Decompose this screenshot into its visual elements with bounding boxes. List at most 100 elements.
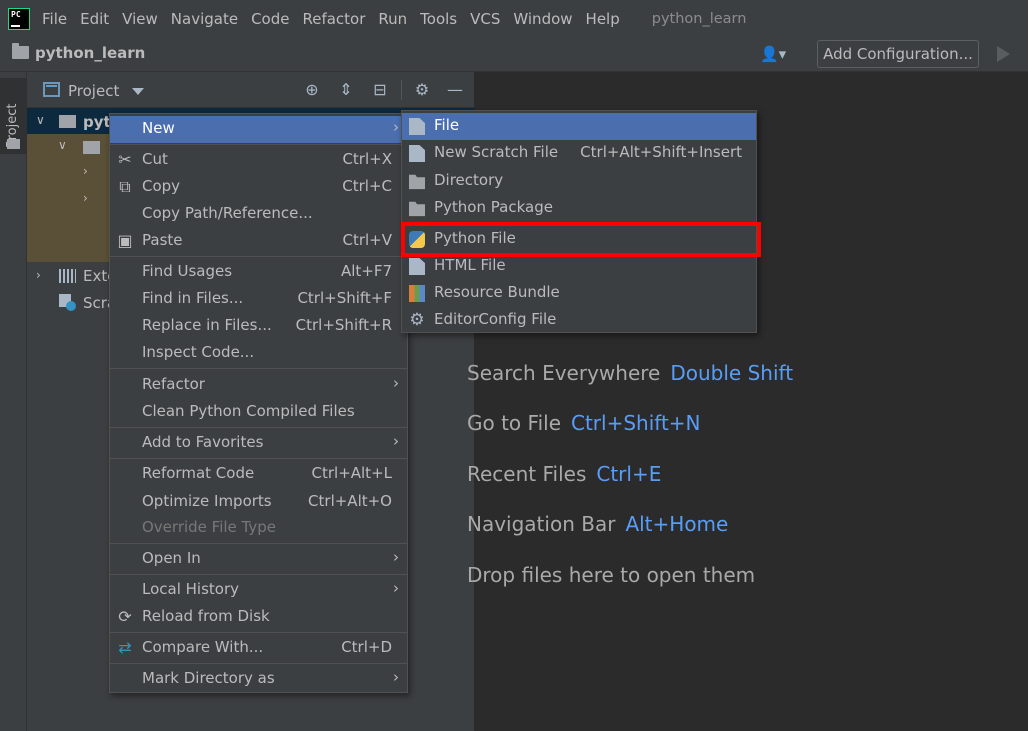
chevron-down-icon[interactable]: ∨ <box>58 138 67 152</box>
menu-divider <box>110 427 407 428</box>
tool-window-stripe: Project <box>0 72 27 731</box>
menu-item-copy-path[interactable]: Copy Path/Reference... <box>110 201 407 228</box>
menu-item-clean-compiled[interactable]: Clean Python Compiled Files <box>110 399 407 426</box>
menu-divider <box>110 144 407 145</box>
locate-file-icon[interactable]: ⊕ <box>303 81 321 99</box>
menu-run[interactable]: Run <box>378 10 407 28</box>
menu-window[interactable]: Window <box>513 10 572 28</box>
menu-edit[interactable]: Edit <box>80 10 109 28</box>
menu-item-find-in-files[interactable]: Find in Files... Ctrl+Shift+F <box>110 286 407 313</box>
menu-divider <box>110 368 407 369</box>
menu-file[interactable]: File <box>42 10 67 28</box>
scratches-icon <box>59 294 76 311</box>
menu-item-reformat-code[interactable]: Reformat Code Ctrl+Alt+L <box>110 461 407 488</box>
chevron-down-icon[interactable]: ∨ <box>36 113 45 127</box>
hint-navigation-bar: Navigation Bar Alt+Home <box>467 512 729 536</box>
menu-item-paste[interactable]: ▣ Paste Ctrl+V <box>110 228 407 255</box>
breadcrumb-project[interactable]: python_learn <box>35 44 145 62</box>
menu-divider <box>110 663 407 664</box>
shortcut-key: Alt+Home <box>625 512 729 536</box>
menu-item-mark-directory-as[interactable]: Mark Directory as › <box>110 666 407 693</box>
gear-icon[interactable]: ⚙ <box>413 81 431 99</box>
annotation-highlight-box <box>401 222 761 257</box>
project-view-icon <box>43 82 60 97</box>
menu-view[interactable]: View <box>122 10 158 28</box>
chevron-right-icon: › <box>393 118 399 136</box>
hint-recent-files: Recent Files Ctrl+E <box>467 462 662 486</box>
chevron-right-icon: › <box>393 374 399 392</box>
copy-icon: ⧉ <box>119 177 131 196</box>
menu-refactor[interactable]: Refactor <box>302 10 365 28</box>
html-file-icon <box>409 258 425 275</box>
user-account-icon[interactable]: 👤▾ <box>760 45 794 65</box>
resource-bundle-icon <box>409 285 425 302</box>
menu-item-override-file-type: Override File Type <box>142 518 276 536</box>
chevron-right-icon[interactable]: › <box>36 268 41 282</box>
add-configuration-button[interactable]: Add Configuration... <box>817 40 979 68</box>
window-title: python_learn <box>651 11 747 27</box>
submenu-item-directory[interactable]: Directory <box>402 168 756 195</box>
folder-icon <box>12 43 29 59</box>
gear-icon: ⚙ <box>409 310 425 330</box>
menu-bar: PC File Edit View Navigate Code Refactor… <box>0 0 1028 38</box>
submenu-item-file[interactable]: File <box>402 113 756 140</box>
python-package-icon <box>409 201 425 217</box>
reload-icon: ⟳ <box>118 607 132 626</box>
chevron-right-icon[interactable]: › <box>83 191 88 205</box>
submenu-item-python-package[interactable]: Python Package <box>402 195 756 222</box>
menu-item-replace-in-files[interactable]: Replace in Files... Ctrl+Shift+R <box>110 313 407 340</box>
menu-item-reload-from-disk[interactable]: ⟳ Reload from Disk <box>110 604 407 631</box>
panel-title[interactable]: Project <box>68 82 119 100</box>
hint-drop-files: Drop files here to open them <box>467 563 756 587</box>
submenu-item-html-file[interactable]: HTML File <box>402 253 756 280</box>
hint-go-to-file: Go to File Ctrl+Shift+N <box>467 411 701 435</box>
file-icon <box>409 118 425 135</box>
menu-divider <box>110 458 407 459</box>
menu-divider <box>110 574 407 575</box>
menu-item-add-to-favorites[interactable]: Add to Favorites › <box>110 430 407 457</box>
menu-item-open-in[interactable]: Open In › <box>110 546 407 573</box>
menu-item-optimize-imports[interactable]: Optimize Imports Ctrl+Alt+O <box>110 489 407 516</box>
compare-icon: ⇄ <box>118 638 132 657</box>
menu-help[interactable]: Help <box>586 10 620 28</box>
run-icon[interactable] <box>997 46 1010 62</box>
hint-search-everywhere: Search Everywhere Double Shift <box>467 361 794 385</box>
chevron-right-icon: › <box>393 432 399 450</box>
shortcut-key: Double Shift <box>670 361 794 385</box>
submenu-item-editorconfig-file[interactable]: ⚙ EditorConfig File <box>402 307 756 334</box>
menu-navigate[interactable]: Navigate <box>171 10 238 28</box>
menu-item-compare-with[interactable]: ⇄ Compare With... Ctrl+D <box>110 635 407 662</box>
chevron-right-icon: › <box>393 548 399 566</box>
menu-item-inspect-code[interactable]: Inspect Code... <box>110 340 407 367</box>
hide-icon[interactable]: — <box>446 81 464 99</box>
menu-vcs[interactable]: VCS <box>470 10 500 28</box>
submenu-item-new-scratch-file[interactable]: New Scratch File Ctrl+Alt+Shift+Insert <box>402 140 756 167</box>
pycharm-logo-icon: PC <box>8 8 30 30</box>
expand-all-icon[interactable]: ⇕ <box>337 81 355 99</box>
chevron-right-icon: › <box>393 668 399 686</box>
menu-tools[interactable]: Tools <box>420 10 457 28</box>
folder-icon <box>409 174 425 190</box>
menu-item-cut[interactable]: ✂ Cut Ctrl+X <box>110 147 407 174</box>
chevron-right-icon: › <box>393 579 399 597</box>
library-icon <box>59 269 76 283</box>
folder-icon <box>59 115 76 128</box>
menu-item-refactor[interactable]: Refactor › <box>110 372 407 399</box>
navigation-bar: python_learn 👤▾ Add Configuration... <box>0 38 1028 72</box>
menu-code[interactable]: Code <box>251 10 289 28</box>
menu-divider <box>110 256 407 257</box>
shortcut-key: Ctrl+Shift+N <box>571 411 701 435</box>
collapse-all-icon[interactable]: ⊟ <box>371 81 389 99</box>
menu-item-find-usages[interactable]: Find Usages Alt+F7 <box>110 259 407 286</box>
header-divider <box>401 80 402 100</box>
menu-item-local-history[interactable]: Local History › <box>110 577 407 604</box>
project-panel-header: Project ⊕ ⇕ ⊟ ⚙ — <box>27 72 474 108</box>
menu-item-new[interactable]: New › <box>110 116 407 143</box>
chevron-right-icon[interactable]: › <box>83 164 88 178</box>
submenu-item-resource-bundle[interactable]: Resource Bundle <box>402 280 756 307</box>
scissors-icon: ✂ <box>118 150 132 169</box>
menu-divider <box>110 543 407 544</box>
chevron-down-icon[interactable] <box>132 88 144 95</box>
menu-item-copy[interactable]: ⧉ Copy Ctrl+C <box>110 174 407 201</box>
folder-icon <box>7 139 20 149</box>
